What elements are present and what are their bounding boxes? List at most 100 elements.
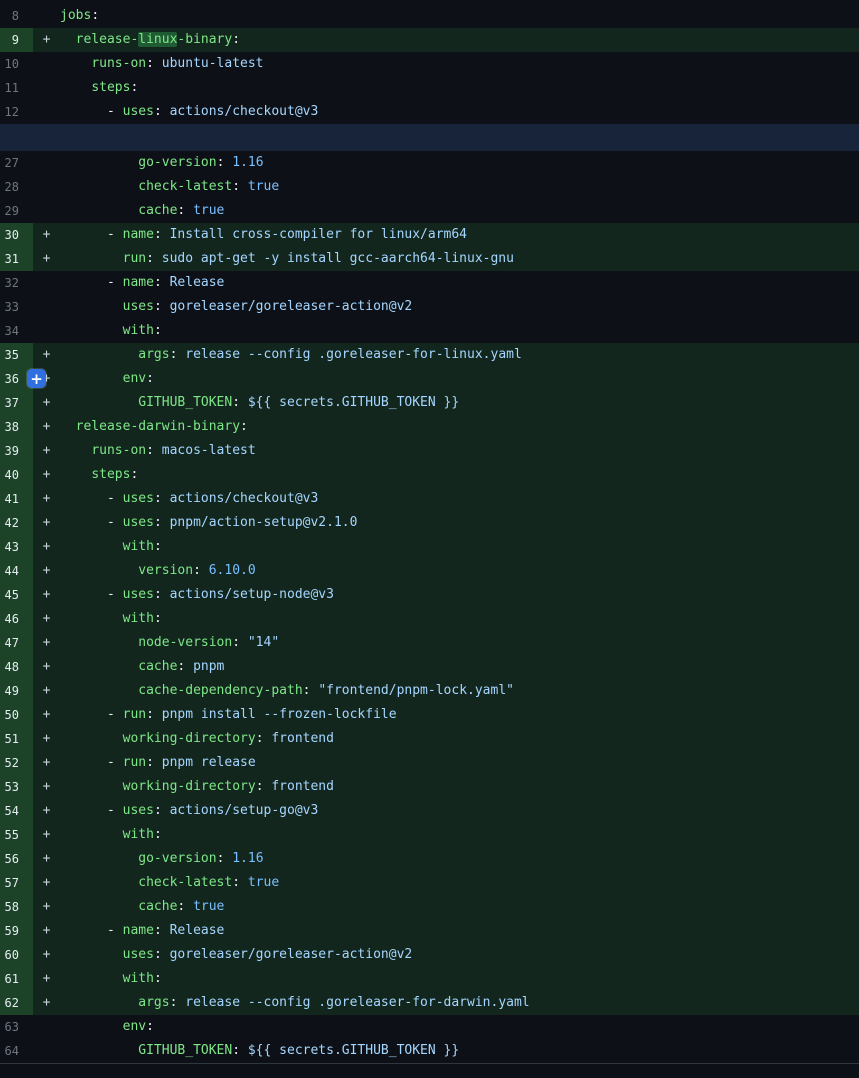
diff-row: 37+ GITHUB_TOKEN: ${{ secrets.GITHUB_TOK… xyxy=(0,391,859,415)
code-line: args: release --config .goreleaser-for-d… xyxy=(60,991,859,1015)
line-number[interactable]: 57 xyxy=(0,871,33,895)
code-line: GITHUB_TOKEN: ${{ secrets.GITHUB_TOKEN }… xyxy=(60,1039,859,1063)
line-number[interactable]: 64 xyxy=(0,1039,33,1063)
line-number[interactable]: 50 xyxy=(0,703,33,727)
code-segment: working-directory xyxy=(123,779,256,794)
code-segment: : xyxy=(177,899,193,914)
line-number[interactable]: 8 xyxy=(0,4,33,28)
line-number[interactable]: 53 xyxy=(0,775,33,799)
line-number[interactable]: 43 xyxy=(0,535,33,559)
line-number[interactable]: 29 xyxy=(0,199,33,223)
code-segment: : xyxy=(154,587,170,602)
code-segment: with xyxy=(123,827,154,842)
line-number[interactable]: 27 xyxy=(0,151,33,175)
line-number[interactable]: 60 xyxy=(0,943,33,967)
code-segment: - xyxy=(60,491,123,506)
line-number[interactable]: 28 xyxy=(0,175,33,199)
code-segment: "frontend/pnpm-lock.yaml" xyxy=(318,683,514,698)
line-number[interactable]: 58 xyxy=(0,895,33,919)
diff-row: 42+ - uses: pnpm/action-setup@v2.1.0 xyxy=(0,511,859,535)
line-number[interactable]: 51 xyxy=(0,727,33,751)
code-segment: goreleaser/goreleaser-action@v2 xyxy=(170,947,413,962)
line-number[interactable]: 38 xyxy=(0,415,33,439)
code-segment xyxy=(60,731,123,746)
line-number[interactable]: 52 xyxy=(0,751,33,775)
line-number[interactable]: 49 xyxy=(0,679,33,703)
line-number[interactable]: 41 xyxy=(0,487,33,511)
added-line-marker: + xyxy=(33,487,60,511)
code-segment xyxy=(60,995,138,1010)
code-line: runs-on: macos-latest xyxy=(60,439,859,463)
line-number[interactable]: 54 xyxy=(0,799,33,823)
line-number[interactable]: 55 xyxy=(0,823,33,847)
line-number[interactable]: 11 xyxy=(0,76,33,100)
code-line: - name: Release xyxy=(60,271,859,295)
line-number[interactable]: 47 xyxy=(0,631,33,655)
context-line-marker xyxy=(33,100,60,124)
added-line-marker: + xyxy=(33,943,60,967)
line-number[interactable]: 61 xyxy=(0,967,33,991)
line-number[interactable]: 32 xyxy=(0,271,33,295)
code-segment: run xyxy=(123,755,146,770)
code-line: version: 6.10.0 xyxy=(60,559,859,583)
add-comment-button[interactable]: + xyxy=(27,369,46,388)
code-segment: - xyxy=(60,587,123,602)
line-number[interactable]: 62 xyxy=(0,991,33,1015)
code-segment: args xyxy=(138,995,169,1010)
line-number[interactable]: 34 xyxy=(0,319,33,343)
diff-row: 11 steps: xyxy=(0,76,859,100)
code-line: GITHUB_TOKEN: ${{ secrets.GITHUB_TOKEN }… xyxy=(60,391,859,415)
added-line-marker: + xyxy=(33,559,60,583)
code-line: runs-on: ubuntu-latest xyxy=(60,52,859,76)
code-line: uses: goreleaser/goreleaser-action@v2 xyxy=(60,295,859,319)
code-segment: : xyxy=(232,395,248,410)
code-segment xyxy=(60,395,138,410)
line-number[interactable]: 46 xyxy=(0,607,33,631)
diff-row: 43+ with: xyxy=(0,535,859,559)
code-segment: steps xyxy=(91,80,130,95)
line-number[interactable]: 10 xyxy=(0,52,33,76)
line-number[interactable]: 12 xyxy=(0,100,33,124)
code-segment: name xyxy=(123,923,154,938)
context-line-marker xyxy=(33,199,60,223)
code-segment xyxy=(60,635,138,650)
added-line-marker: + xyxy=(33,967,60,991)
diff-row: 64 GITHUB_TOKEN: ${{ secrets.GITHUB_TOKE… xyxy=(0,1039,859,1063)
code-segment: true xyxy=(248,875,279,890)
hunk-expander[interactable] xyxy=(0,124,859,151)
line-number[interactable]: 44 xyxy=(0,559,33,583)
code-segment xyxy=(60,827,123,842)
code-segment: - xyxy=(60,104,123,119)
line-number[interactable]: 40 xyxy=(0,463,33,487)
line-number[interactable]: 45 xyxy=(0,583,33,607)
code-segment: - xyxy=(60,923,123,938)
code-line: node-version: "14" xyxy=(60,631,859,655)
code-segment: : xyxy=(154,323,162,338)
added-line-marker: + xyxy=(33,727,60,751)
line-number[interactable]: 39 xyxy=(0,439,33,463)
line-number[interactable]: 33 xyxy=(0,295,33,319)
line-number[interactable]: 30 xyxy=(0,223,33,247)
line-number[interactable]: 42 xyxy=(0,511,33,535)
line-number[interactable]: 31 xyxy=(0,247,33,271)
line-number[interactable]: 48 xyxy=(0,655,33,679)
code-segment: steps xyxy=(91,467,130,482)
code-line: - run: pnpm release xyxy=(60,751,859,775)
code-segment: node-version xyxy=(138,635,232,650)
code-segment: actions/checkout@v3 xyxy=(170,104,319,119)
code-segment: : xyxy=(154,539,162,554)
code-segment: -binary xyxy=(177,32,232,47)
code-segment: uses xyxy=(123,104,154,119)
line-number[interactable]: 59 xyxy=(0,919,33,943)
code-segment: : xyxy=(232,32,240,47)
line-number[interactable]: 63 xyxy=(0,1015,33,1039)
code-segment: : xyxy=(256,779,272,794)
line-number[interactable]: 56 xyxy=(0,847,33,871)
code-segment: : xyxy=(146,443,162,458)
code-segment: : xyxy=(91,8,99,23)
line-number[interactable]: 9 xyxy=(0,28,33,52)
line-number[interactable]: 37 xyxy=(0,391,33,415)
line-number[interactable]: 35 xyxy=(0,343,33,367)
code-line: uses: goreleaser/goreleaser-action@v2 xyxy=(60,943,859,967)
code-segment: pnpm install --frozen-lockfile xyxy=(162,707,397,722)
